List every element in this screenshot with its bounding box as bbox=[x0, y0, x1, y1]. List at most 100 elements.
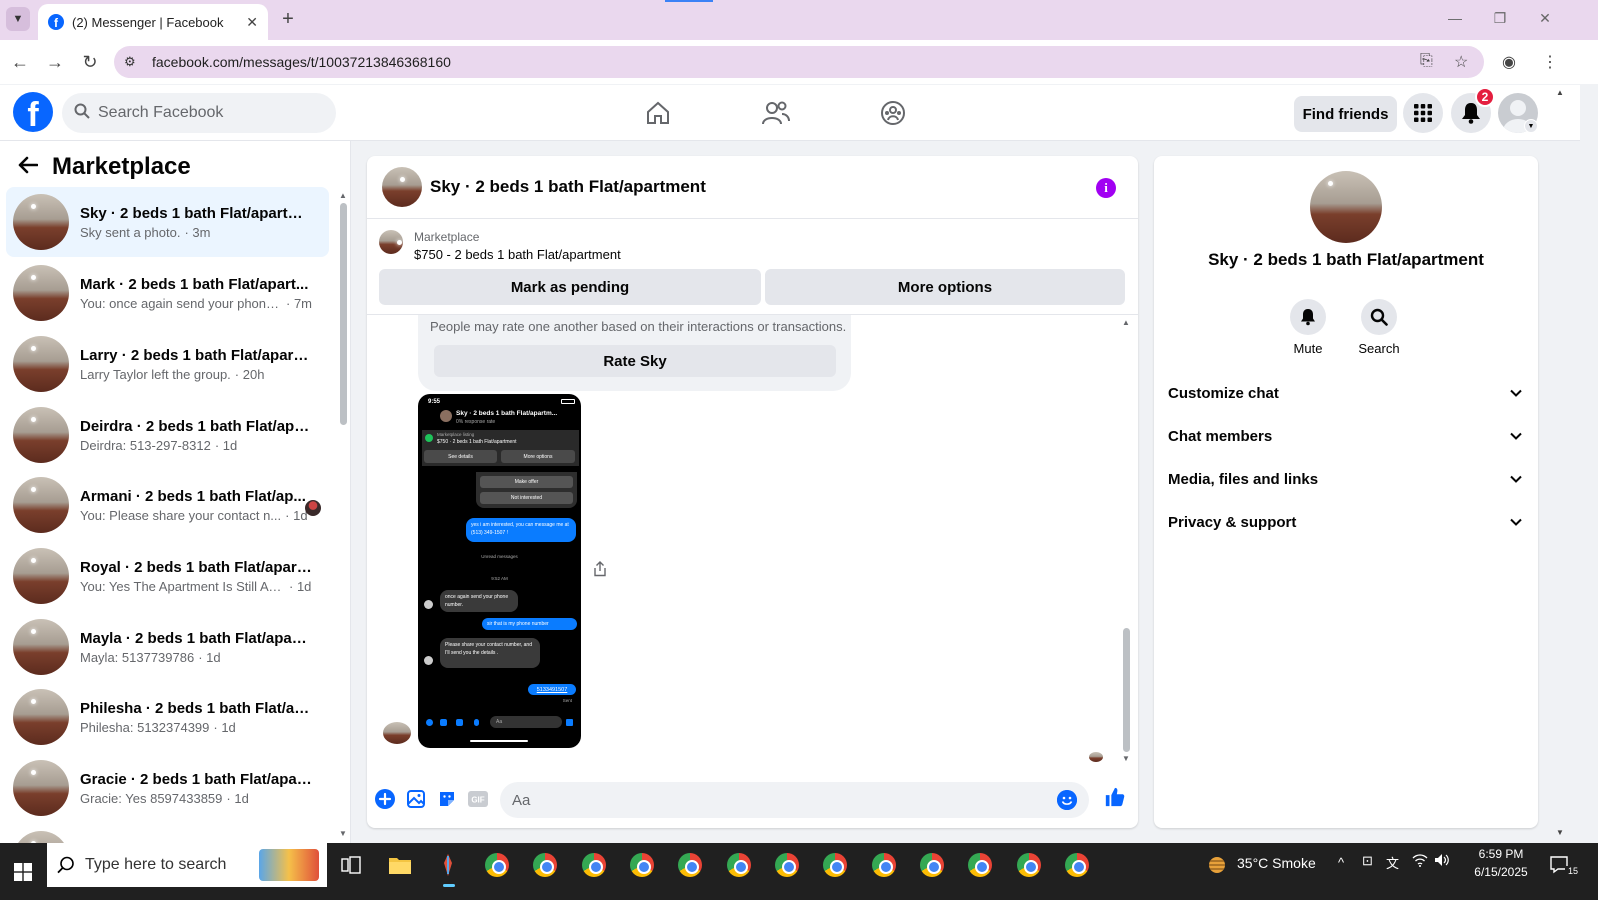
attach-photo-icon[interactable] bbox=[405, 788, 427, 810]
chrome-icon[interactable] bbox=[870, 851, 898, 879]
chrome-icon[interactable] bbox=[725, 851, 753, 879]
chrome-icon[interactable] bbox=[821, 851, 849, 879]
back-icon[interactable]: ← bbox=[8, 50, 32, 74]
omnibox[interactable]: ⚙ facebook.com/messages/t/10037213846368… bbox=[114, 46, 1484, 78]
weather-icon[interactable] bbox=[1206, 855, 1228, 878]
chrome-icon[interactable] bbox=[1063, 851, 1091, 879]
sidebar-scrollbar[interactable] bbox=[340, 203, 347, 425]
message-input[interactable] bbox=[512, 791, 1052, 809]
chevron-down-icon[interactable]: ▼ bbox=[1524, 119, 1538, 133]
mute-action[interactable]: Mute bbox=[1278, 299, 1338, 356]
restore-window-icon[interactable]: ❐ bbox=[1490, 10, 1510, 27]
chrome-icon[interactable] bbox=[580, 851, 608, 879]
tray-chevron-up-icon[interactable]: ^ bbox=[1338, 855, 1344, 870]
scroll-down-arrow-icon[interactable]: ▼ bbox=[1122, 754, 1130, 763]
chat-members-section[interactable]: Chat members bbox=[1168, 416, 1524, 456]
chevron-down-icon[interactable] bbox=[1508, 471, 1524, 487]
taskbar-time[interactable]: 6:59 PM bbox=[1471, 847, 1531, 861]
minimize-window-icon[interactable]: — bbox=[1445, 10, 1465, 26]
chat-scrollbar[interactable] bbox=[1123, 628, 1130, 752]
install-app-icon[interactable]: ⎘ bbox=[1420, 52, 1433, 70]
chrome-icon[interactable] bbox=[966, 851, 994, 879]
language-icon[interactable]: 文 bbox=[1386, 853, 1399, 872]
reload-icon[interactable]: ↻ bbox=[78, 50, 102, 74]
conversation-info-icon[interactable]: i bbox=[1096, 178, 1116, 198]
search-icon[interactable] bbox=[1361, 299, 1397, 335]
windows-start-icon[interactable] bbox=[0, 843, 46, 900]
chrome-icon[interactable] bbox=[483, 851, 511, 879]
conversation-item[interactable]: Philesha · 2 beds 1 bath Flat/apa... Phi… bbox=[6, 682, 329, 752]
mark-as-pending-button[interactable]: Mark as pending bbox=[379, 269, 761, 305]
meet-now-icon[interactable]: ⊡ bbox=[1362, 853, 1373, 869]
groups-nav-icon[interactable] bbox=[873, 97, 913, 129]
facebook-search-input[interactable] bbox=[98, 104, 318, 122]
like-thumb-icon[interactable] bbox=[1104, 786, 1126, 808]
chrome-icon[interactable] bbox=[1015, 851, 1043, 879]
message-input-box[interactable] bbox=[500, 782, 1089, 818]
chevron-down-icon[interactable] bbox=[1508, 514, 1524, 530]
chat-title[interactable]: Sky · 2 beds 1 bath Flat/apartment bbox=[430, 177, 706, 197]
page-scroll-down-icon[interactable]: ▼ bbox=[1556, 828, 1564, 837]
gif-icon[interactable]: GIF bbox=[467, 788, 489, 810]
facebook-logo-icon[interactable]: f bbox=[13, 92, 53, 132]
facebook-search[interactable] bbox=[62, 93, 336, 133]
chat-avatar[interactable] bbox=[382, 167, 422, 207]
profile-icon[interactable]: ◉ bbox=[1502, 52, 1516, 72]
share-icon[interactable] bbox=[593, 561, 607, 580]
conversation-item-partial[interactable] bbox=[6, 824, 329, 843]
chrome-icon[interactable] bbox=[773, 851, 801, 879]
conversation-item[interactable]: Deirdra · 2 beds 1 bath Flat/apar... Dei… bbox=[6, 400, 329, 470]
taskbar-date[interactable]: 6/15/2025 bbox=[1464, 865, 1538, 879]
sender-avatar[interactable] bbox=[383, 722, 411, 744]
scroll-up-arrow-icon[interactable]: ▲ bbox=[339, 191, 347, 200]
close-window-icon[interactable]: ✕ bbox=[1535, 10, 1555, 27]
back-arrow-icon[interactable] bbox=[18, 154, 39, 180]
shared-photo[interactable]: 9:55 Sky · 2 beds 1 bath Flat/apartm... … bbox=[418, 394, 581, 748]
conversation-item[interactable]: Mayla · 2 beds 1 bath Flat/apart... Mayl… bbox=[6, 612, 329, 682]
conversation-item[interactable]: Armani · 2 beds 1 bath Flat/ap... You: P… bbox=[6, 470, 329, 540]
browser-tab-messenger[interactable]: f (2) Messenger | Facebook ✕ bbox=[38, 4, 268, 40]
more-options-button[interactable]: More options bbox=[765, 269, 1125, 305]
privacy-support-section[interactable]: Privacy & support bbox=[1168, 502, 1524, 542]
conversation-item[interactable]: Larry · 2 beds 1 bath Flat/apartm... Lar… bbox=[6, 329, 329, 399]
listing-price-title[interactable]: $750 - 2 beds 1 bath Flat/apartment bbox=[414, 247, 621, 262]
more-actions-plus-icon[interactable] bbox=[374, 788, 396, 810]
chrome-icon[interactable] bbox=[531, 851, 559, 879]
wifi-icon[interactable] bbox=[1412, 853, 1428, 870]
forward-icon[interactable]: → bbox=[43, 50, 67, 74]
file-explorer-icon[interactable] bbox=[386, 851, 414, 879]
chevron-down-icon[interactable] bbox=[1508, 428, 1524, 444]
conversation-item[interactable]: Sky · 2 beds 1 bath Flat/apartment Sky s… bbox=[6, 187, 329, 257]
chrome-icon[interactable] bbox=[676, 851, 704, 879]
home-nav-icon[interactable] bbox=[638, 97, 678, 129]
info-avatar[interactable] bbox=[1310, 171, 1382, 243]
tab-search-button[interactable]: ▼ bbox=[6, 7, 30, 31]
emoji-icon[interactable] bbox=[1057, 790, 1077, 810]
conversation-item[interactable]: Royal · 2 beds 1 bath Flat/apart... You:… bbox=[6, 541, 329, 611]
url-text[interactable]: facebook.com/messages/t/1003721384636816… bbox=[152, 54, 451, 70]
chevron-down-icon[interactable] bbox=[1508, 385, 1524, 401]
notifications-bell-icon[interactable]: 2 bbox=[1451, 87, 1495, 133]
new-tab-button[interactable]: + bbox=[276, 8, 300, 30]
weather-text[interactable]: 35°C Smoke bbox=[1237, 855, 1316, 871]
chrome-icon[interactable] bbox=[918, 851, 946, 879]
customize-chat-section[interactable]: Customize chat bbox=[1168, 373, 1524, 413]
conversation-item[interactable]: Mark · 2 beds 1 bath Flat/apart... You: … bbox=[6, 258, 329, 328]
taskbar-search-input[interactable] bbox=[85, 856, 255, 874]
chrome-icon[interactable] bbox=[628, 851, 656, 879]
sticker-icon[interactable] bbox=[436, 788, 458, 810]
search-action[interactable]: Search bbox=[1349, 299, 1409, 356]
task-view-icon[interactable] bbox=[337, 851, 365, 879]
listing-thumbnail[interactable] bbox=[379, 230, 403, 254]
volume-icon[interactable] bbox=[1434, 853, 1450, 870]
rate-sky-button[interactable]: Rate Sky bbox=[434, 345, 836, 377]
site-info-icon[interactable]: ⚙ bbox=[124, 54, 144, 70]
bookmark-star-icon[interactable]: ☆ bbox=[1454, 52, 1468, 72]
browser-menu-icon[interactable]: ⋮ bbox=[1542, 52, 1558, 72]
friends-nav-icon[interactable] bbox=[756, 97, 796, 129]
find-friends-button[interactable]: Find friends bbox=[1294, 96, 1397, 132]
scroll-down-arrow-icon[interactable]: ▼ bbox=[339, 829, 347, 838]
close-tab-icon[interactable]: ✕ bbox=[246, 14, 258, 31]
conversation-item[interactable]: Gracie · 2 beds 1 bath Flat/apart... Gra… bbox=[6, 753, 329, 823]
media-files-links-section[interactable]: Media, files and links bbox=[1168, 459, 1524, 499]
